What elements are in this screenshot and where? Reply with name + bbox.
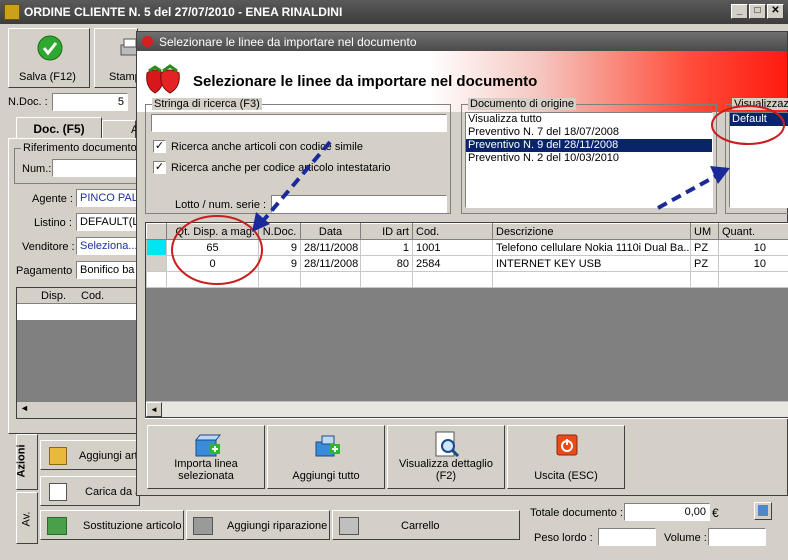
highlight-ellipse xyxy=(171,215,263,285)
arrow-head xyxy=(710,166,730,184)
dashed-arrow xyxy=(657,174,717,210)
annotation-overlay xyxy=(171,105,785,285)
highlight-ellipse xyxy=(711,105,785,145)
dashed-arrow xyxy=(260,140,332,224)
